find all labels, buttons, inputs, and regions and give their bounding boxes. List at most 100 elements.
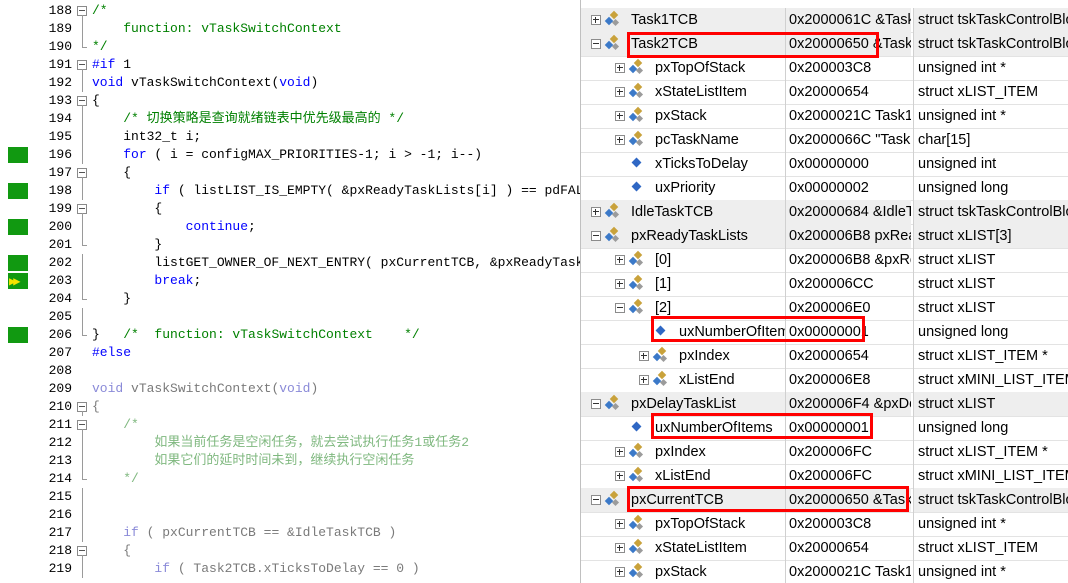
watch-value[interactable]: 0x200006FC [785,440,911,464]
code-token: ( listLIST_IS_EMPTY( &pxReadyTaskLists[i… [170,183,580,198]
watch-window[interactable]: Task1TCB 0x2000061C &Task1...struct tskTa… [580,0,1068,583]
expand-icon[interactable] [639,351,649,361]
watch-value[interactable]: 0x200003C8 [785,56,911,80]
expand-icon[interactable] [615,279,625,289]
expand-icon[interactable] [615,255,625,265]
expand-icon[interactable] [615,63,625,73]
expand-icon[interactable] [615,87,625,97]
expand-icon[interactable] [615,135,625,145]
watch-value[interactable]: 0x200006B8 pxReadyTaskLists [785,224,911,248]
watch-row[interactable]: pxReadyTaskLists 0x200006B8 pxReadyTaskLi… [581,224,1068,249]
watch-name: Task1TCB [631,12,698,28]
watch-row[interactable]: [0] 0x200006B8 &pxReadyTaskListsstruct xL… [581,248,1068,273]
expand-icon[interactable] [615,471,625,481]
watch-name-cell: xListEnd [581,464,785,488]
expand-icon[interactable] [615,111,625,121]
watch-name: pxStack [655,564,707,580]
highlight-box-ready-uxnumberofitems [651,316,865,342]
keyword-token: void [92,381,124,396]
watch-name-cell: pcTaskName [581,128,785,152]
watch-row[interactable]: xTicksToDelay 0x00000000 unsigned int [581,152,1068,177]
code-line: 208 [0,362,580,380]
watch-row[interactable]: [1] 0x200006CC struct xLIST [581,272,1068,297]
collapse-icon[interactable] [591,39,601,49]
watch-value[interactable]: 0x2000061C &Task1... [785,8,911,32]
collapse-icon[interactable] [591,399,601,409]
watch-row[interactable]: uxPriority 0x00000002 unsigned long [581,176,1068,201]
code-line: 209 void vTaskSwitchContext(void) [0,380,580,398]
keyword-token: void [92,75,124,90]
code-line: 195 int32_t i; [0,128,580,146]
watch-value[interactable]: 0x200006E8 [785,368,911,392]
watch-row[interactable]: pxIndex 0x20000654 struct xLIST_ITEM * [581,344,1068,369]
expand-icon[interactable] [615,447,625,457]
expand-icon[interactable] [591,207,601,217]
watch-value[interactable]: 0x200006B8 &pxReadyTaskLists [785,248,911,272]
watch-row[interactable]: pxStack 0x2000021C Task1...unsigned int * [581,560,1068,583]
watch-value[interactable]: 0x2000021C Task1... [785,560,911,583]
watch-name-cell: xListEnd [581,368,785,392]
watch-value[interactable]: 0x2000066C "Task2" [785,128,911,152]
watch-value[interactable]: 0x20000654 [785,344,911,368]
code-line: 205 [0,308,580,326]
fold-guide [82,146,83,164]
watch-row[interactable]: pxTopOfStack 0x200003C8 unsigned int * [581,56,1068,81]
watch-value[interactable]: 0x20000654 [785,536,911,560]
watch-type: struct tskTaskControlBlock [913,8,1068,32]
code-line: 201 } [0,236,580,254]
struct-icon [628,538,644,555]
watch-type: unsigned int [913,152,1068,176]
watch-value[interactable]: 0x00000002 [785,176,911,200]
code-line: 188 /* [0,2,580,20]
fold-guide [82,560,83,578]
code-token: ) [310,75,319,90]
expand-icon[interactable] [615,519,625,529]
watch-value[interactable]: 0x200003C8 [785,512,911,536]
watch-value[interactable]: 0x20000654 [785,80,911,104]
watch-row[interactable]: pxStack 0x2000021C Task1...unsigned int * [581,104,1068,129]
fold-guide [82,308,83,326]
fold-guide [82,254,83,272]
code-text: 如果它们的延时时间未到，继续执行空闲任务 [92,452,414,470]
expand-icon[interactable] [591,15,601,25]
line-number: 197 [48,165,72,180]
code-token: ( Task2TCB.xTicksToDelay == 0 ) [170,561,420,576]
code-line: 218 { [0,542,580,560]
watch-row[interactable]: IdleTaskTCB 0x20000684 &IdleTaskTCBstruct… [581,200,1068,225]
watch-value[interactable]: 0x200006FC [785,464,911,488]
watch-row[interactable]: xListEnd 0x200006E8 struct xMINI_LIST_ITEM [581,368,1068,393]
watch-value[interactable]: 0x20000684 &IdleTaskTCB [785,200,911,224]
expand-icon[interactable] [615,543,625,553]
watch-row[interactable]: xStateListItem 0x20000654 struct xLIST_ITE… [581,536,1068,561]
comment-token: 如果当前任务是空闲任务，就去尝试执行任务1或任务2 [92,435,470,450]
watch-name: pxTopOfStack [655,516,746,532]
struct-icon [628,130,644,147]
watch-type: struct xLIST [913,248,1068,272]
watch-value[interactable]: 0x00000000 [785,152,911,176]
watch-name-cell: pxIndex [581,344,785,368]
collapse-icon[interactable] [615,303,625,313]
collapse-icon[interactable] [591,231,601,241]
watch-value[interactable]: 0x2000021C Task1... [785,104,911,128]
expand-icon[interactable] [639,375,649,385]
watch-row[interactable]: pxTopOfStack 0x200003C8 unsigned int * [581,512,1068,537]
code-text: } /* function: vTaskSwitchContext */ [92,326,420,344]
watch-row[interactable]: Task1TCB 0x2000061C &Task1...struct tskTa… [581,8,1068,33]
watch-row[interactable]: pxIndex 0x200006FC struct xLIST_ITEM * [581,440,1068,465]
struct-icon [652,346,668,363]
watch-value[interactable]: 0x200006CC [785,272,911,296]
code-text: { [92,542,131,560]
collapse-icon[interactable] [591,495,601,505]
line-number: 196 [48,147,72,162]
code-text: { [92,200,162,218]
expand-icon[interactable] [615,567,625,577]
coverage-mark [8,255,28,271]
code-token: { [92,165,132,180]
watch-row[interactable]: pcTaskName 0x2000066C "Task2" char[15] [581,128,1068,153]
watch-row[interactable]: xStateListItem 0x20000654 struct xLIST_ITE… [581,80,1068,105]
code-editor[interactable]: 188/* 189 function: vTaskSwitchContext 190… [0,0,580,583]
struct-icon [628,298,644,315]
line-number: 217 [48,525,72,540]
